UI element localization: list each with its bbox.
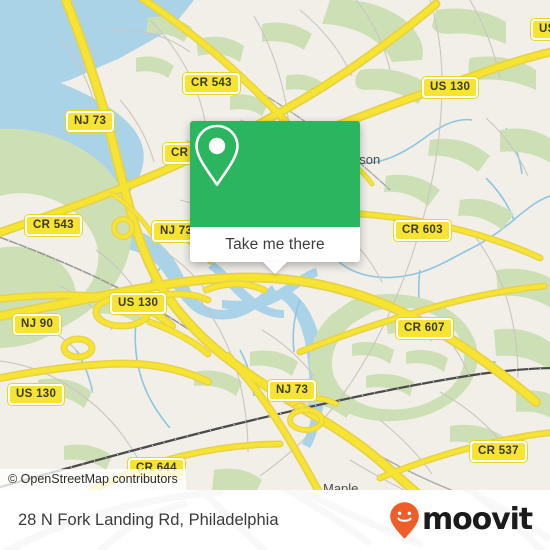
take-me-there-button[interactable]: Take me there	[190, 227, 360, 274]
road-shield[interactable]: CR 543	[25, 215, 82, 236]
road-shield[interactable]: CR 543	[183, 73, 240, 94]
callout-pointer-tail	[263, 262, 287, 274]
address-text: 28 N Fork Landing Rd, Philadelphia	[18, 510, 279, 529]
moovit-pin-icon	[390, 502, 419, 539]
footer-content: 28 N Fork Landing Rd, Philadelphia moovi…	[0, 490, 550, 550]
screenshot-root: nson Maple CR 543 US 130 US NJ 73 CR CR …	[0, 0, 550, 550]
callout-icon-area	[190, 121, 360, 227]
road-shield[interactable]: US 130	[422, 77, 479, 98]
place-label: Maple	[323, 481, 359, 490]
footer-bar: 28 N Fork Landing Rd, Philadelphia moovi…	[0, 490, 550, 550]
road-shield[interactable]: NJ 73	[66, 111, 115, 132]
road-shield[interactable]: US	[531, 19, 550, 40]
osm-attribution[interactable]: © OpenStreetMap contributors	[0, 469, 186, 490]
road-shield[interactable]: CR 607	[396, 318, 453, 339]
road-shield[interactable]: NJ 73	[268, 380, 317, 401]
map-canvas[interactable]: nson Maple CR 543 US 130 US NJ 73 CR CR …	[0, 0, 550, 490]
map-pin-icon	[195, 124, 239, 186]
road-shield[interactable]: CR 537	[470, 441, 527, 462]
road-shield[interactable]: US 130	[8, 384, 65, 405]
road-shield[interactable]: NJ 90	[13, 314, 62, 335]
road-shield[interactable]: US 130	[110, 293, 167, 314]
moovit-logo[interactable]: moovit	[389, 501, 533, 539]
road-shield[interactable]: CR 603	[394, 220, 451, 241]
moovit-wordmark: moovit	[421, 502, 533, 537]
destination-callout-card[interactable]: Take me there	[190, 121, 360, 274]
take-me-there-label: Take me there	[225, 235, 325, 253]
